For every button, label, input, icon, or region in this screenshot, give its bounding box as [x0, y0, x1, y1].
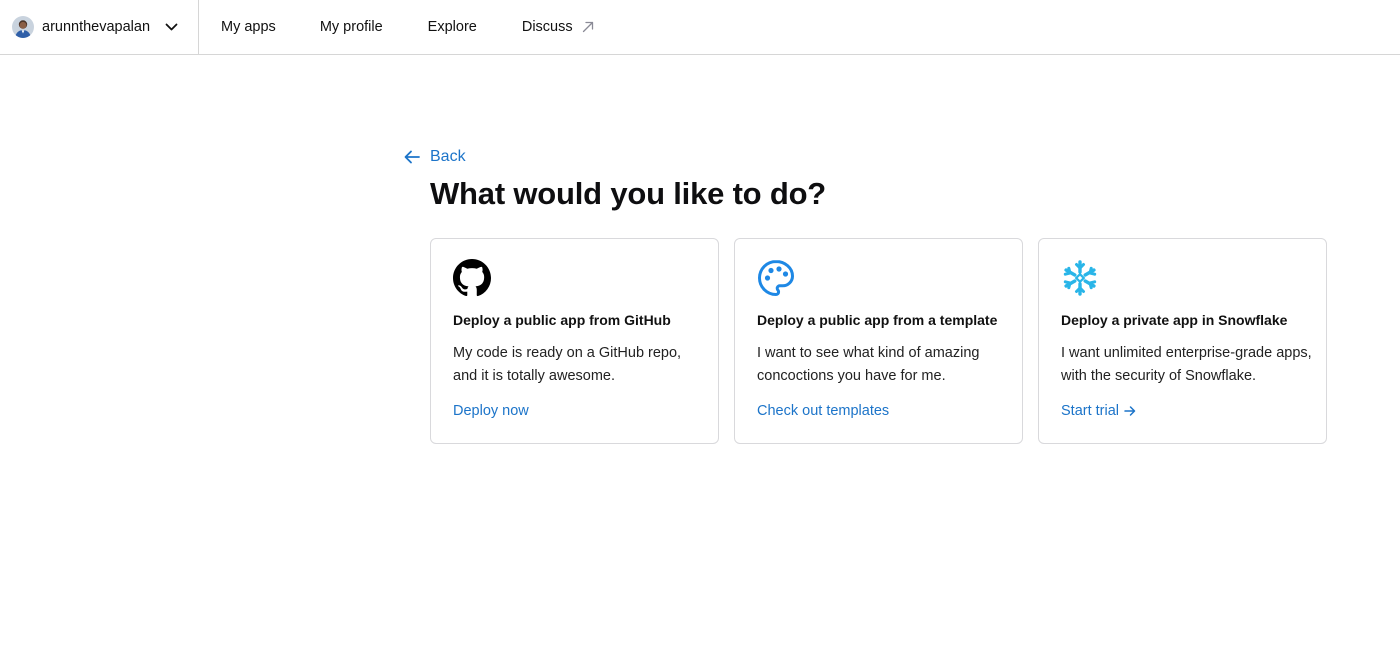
github-icon [453, 259, 491, 297]
username: arunnthevapalan [42, 19, 151, 35]
nav-link-discuss[interactable]: Discuss [522, 19, 594, 35]
card-description: My code is ready on a GitHub repo, and i… [453, 345, 682, 384]
card-title: Deploy a public app from GitHub [453, 312, 671, 328]
start-trial-label: Start trial [1061, 403, 1120, 419]
deploy-in-snowflake-card[interactable]: Deploy a private app in Snowflake I want… [1038, 238, 1327, 444]
arrow-right-icon [1124, 405, 1136, 417]
arrow-left-icon [403, 148, 421, 166]
snowflake-icon [1061, 259, 1099, 297]
nav-link-explore[interactable]: Explore [428, 19, 477, 35]
deploy-from-github-card[interactable]: Deploy a public app from GitHub My code … [430, 238, 719, 444]
user-menu[interactable]: arunnthevapalan [0, 0, 199, 54]
deploy-from-template-card[interactable]: Deploy a public app from a template I wa… [734, 238, 1023, 444]
nav-links: My apps My profile Explore Discuss [199, 0, 594, 54]
card-description: I want to see what kind of amazing conco… [757, 345, 980, 384]
back-link-label: Back [430, 148, 466, 165]
card-description: I want unlimited enterprise-grade apps, … [1061, 345, 1312, 384]
external-link-icon [582, 21, 594, 33]
page-title: What would you like to do? [430, 176, 827, 211]
deploy-now-link[interactable]: Deploy now [453, 403, 529, 419]
chevron-down-icon [164, 20, 178, 34]
card-title: Deploy a private app in Snowflake [1061, 312, 1288, 328]
card-title: Deploy a public app from a template [757, 312, 998, 328]
top-navigation-bar: arunnthevapalan My apps My profile Explo… [0, 0, 1400, 55]
nav-link-my-apps[interactable]: My apps [221, 19, 276, 35]
nav-link-my-profile[interactable]: My profile [320, 19, 383, 35]
nav-link-discuss-label: Discuss [521, 19, 573, 35]
start-trial-link[interactable]: Start trial [1061, 403, 1136, 419]
back-link[interactable]: Back [403, 146, 466, 168]
check-out-templates-link[interactable]: Check out templates [757, 403, 889, 419]
user-avatar [12, 16, 34, 38]
palette-icon [757, 259, 795, 297]
